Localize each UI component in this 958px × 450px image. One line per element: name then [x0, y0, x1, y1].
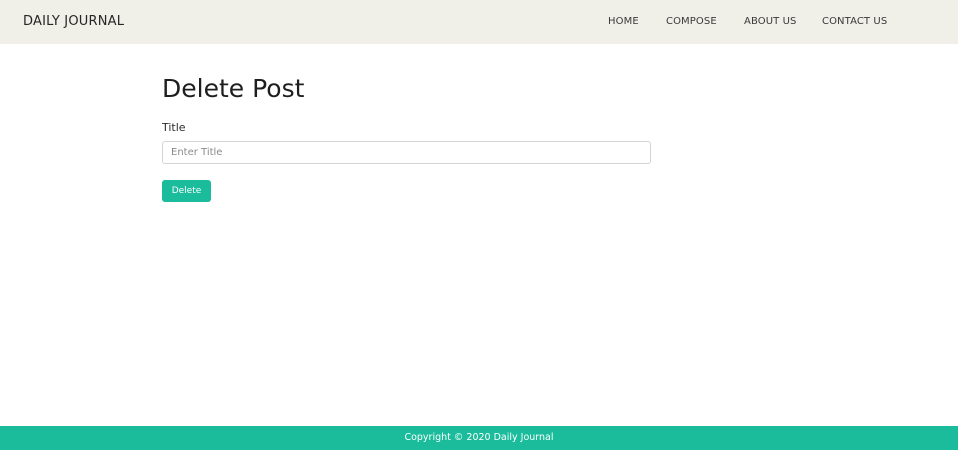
delete-button[interactable]: Delete: [162, 180, 211, 202]
page-title: Delete Post: [162, 74, 305, 103]
footer-copyright: Copyright © 2020 Daily Journal: [404, 432, 554, 443]
nav-menu: HOME COMPOSE ABOUT US CONTACT US: [0, 0, 958, 44]
nav-link-home[interactable]: HOME: [608, 15, 639, 29]
footer: Copyright © 2020 Daily Journal: [0, 426, 958, 450]
title-input[interactable]: [162, 141, 651, 164]
nav-link-about[interactable]: ABOUT US: [744, 15, 796, 29]
title-label: Title: [162, 121, 186, 134]
nav-link-contact[interactable]: CONTACT US: [822, 15, 887, 29]
nav-link-compose[interactable]: COMPOSE: [666, 15, 717, 29]
navbar: DAILY JOURNAL HOME COMPOSE ABOUT US CONT…: [0, 0, 958, 44]
